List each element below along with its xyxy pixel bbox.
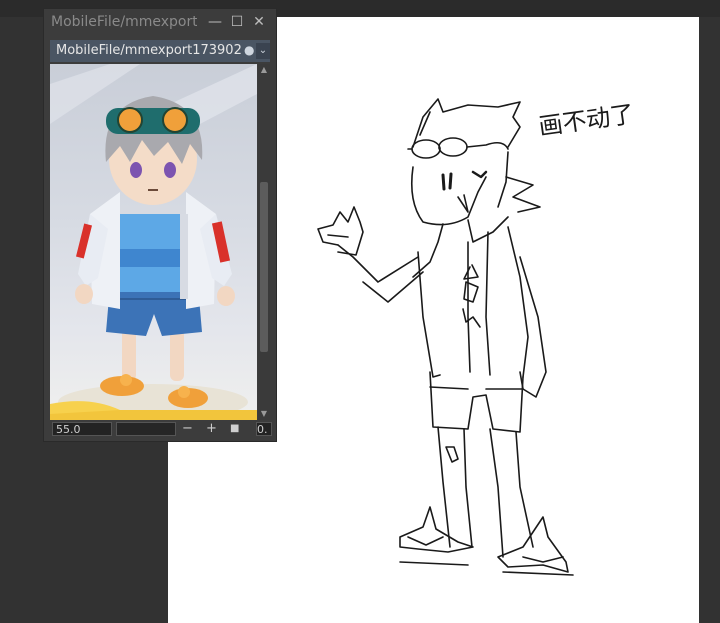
reference-image xyxy=(50,64,257,420)
minimize-icon[interactable]: — xyxy=(206,13,224,31)
reference-scrollbar[interactable]: ▲ ▼ xyxy=(258,64,270,420)
zoom-in-button[interactable]: + xyxy=(206,421,217,436)
zoom-slider[interactable] xyxy=(116,422,176,436)
sketch-annotation: 画不动了 xyxy=(537,100,636,141)
unsaved-dot-icon: ● xyxy=(244,43,255,57)
reset-view-button[interactable]: ■ xyxy=(230,423,239,434)
reference-window-title: MobileFile/mmexport173902 xyxy=(51,14,197,30)
reference-file-tab[interactable]: MobileFile/mmexport173902 ● ⌄ xyxy=(50,40,270,62)
reference-status-bar: 55.0 − + ■ 0. xyxy=(50,421,272,438)
zoom-input[interactable]: 55.0 xyxy=(52,422,112,436)
scrollbar-thumb[interactable] xyxy=(260,182,268,352)
close-icon[interactable]: ✕ xyxy=(250,13,268,31)
rotation-input[interactable]: 0. xyxy=(256,422,272,436)
dropdown-icon[interactable]: ⌄ xyxy=(256,43,270,59)
scroll-down-icon[interactable]: ▼ xyxy=(258,408,270,420)
reference-tab-label: MobileFile/mmexport173902 xyxy=(56,43,242,58)
character-reference-art xyxy=(50,64,257,420)
reference-image-window[interactable]: MobileFile/mmexport173902 — ☐ ✕ MobileFi… xyxy=(43,8,277,442)
scroll-up-icon[interactable]: ▲ xyxy=(258,64,270,76)
maximize-icon[interactable]: ☐ xyxy=(228,13,246,31)
zoom-out-button[interactable]: − xyxy=(182,421,193,436)
reference-window-titlebar[interactable]: MobileFile/mmexport173902 — ☐ ✕ xyxy=(44,9,276,37)
